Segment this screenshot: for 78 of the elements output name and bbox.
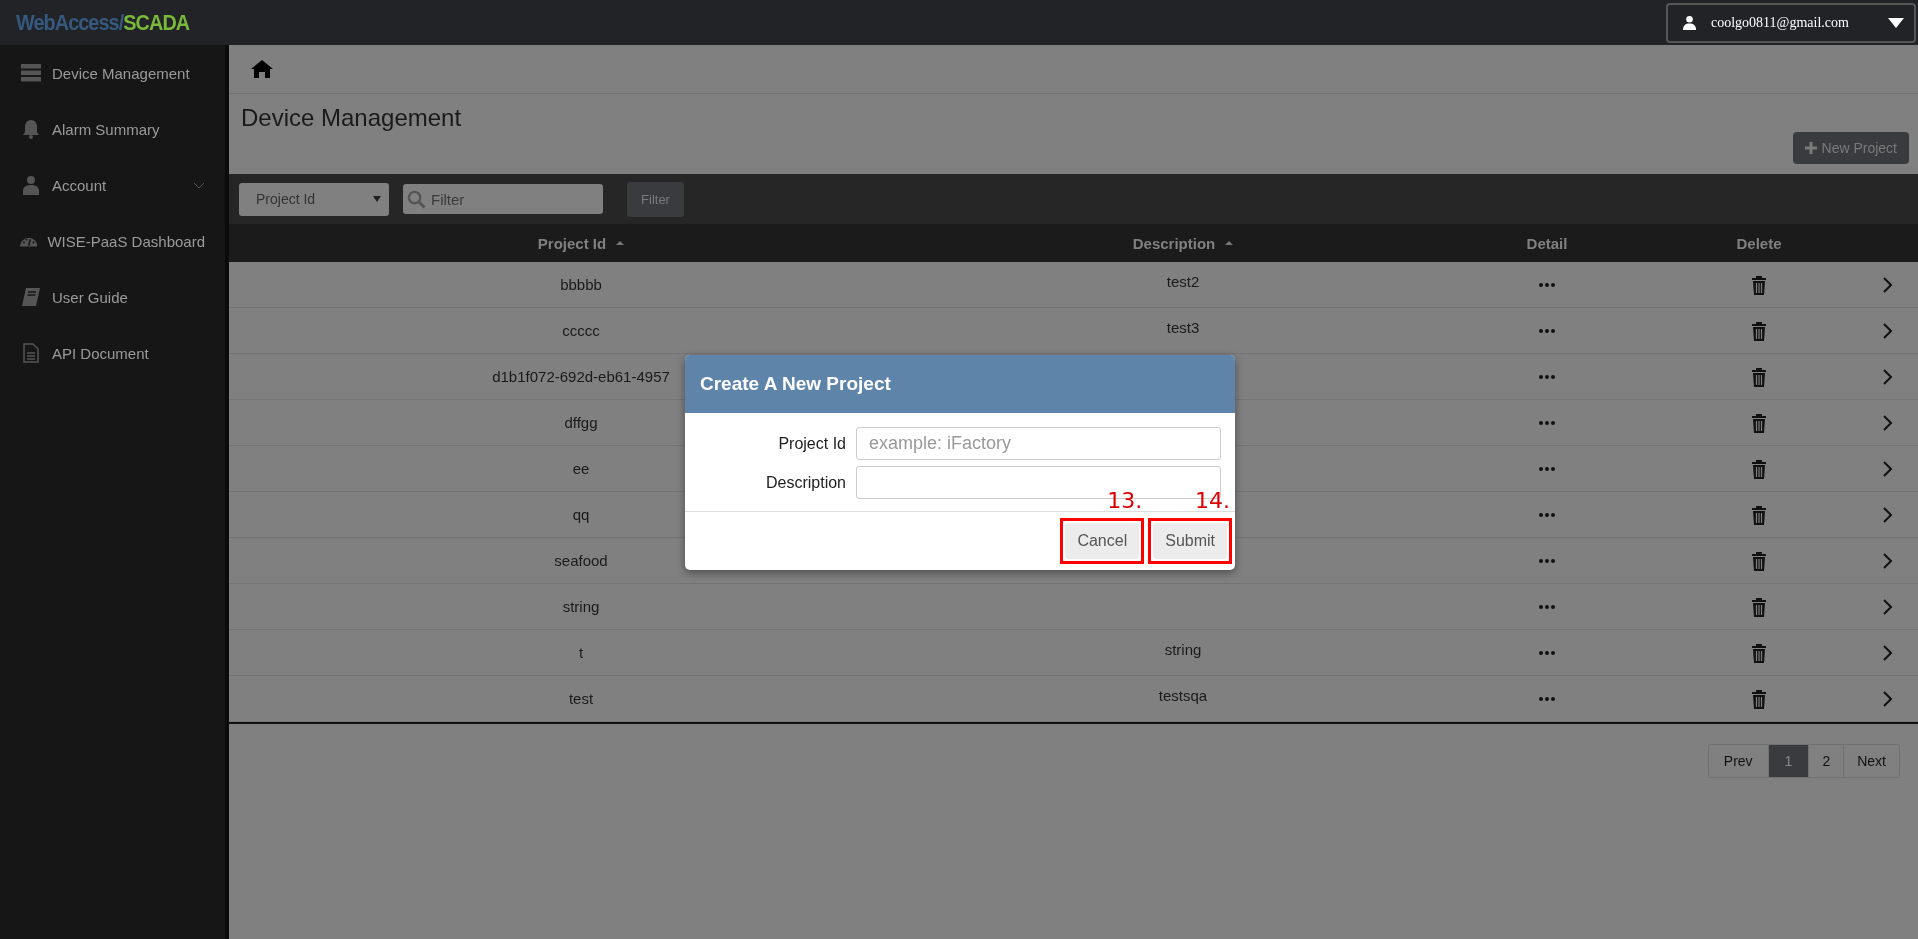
column-select[interactable]: Project Id <box>239 182 389 216</box>
chevron-right-icon[interactable] <box>1882 644 1893 661</box>
search-icon <box>407 190 426 209</box>
trash-icon[interactable] <box>1751 550 1767 571</box>
more-dots-icon[interactable] <box>1539 328 1555 333</box>
sidebar-item[interactable]: User Guide <box>0 269 225 325</box>
input-field[interactable]: example: iFactory <box>856 427 1221 460</box>
caret-icon <box>373 196 381 202</box>
chevron-right-icon[interactable] <box>1882 368 1893 385</box>
table-cell: t <box>578 644 584 661</box>
more-dots-icon[interactable] <box>1539 604 1555 609</box>
more-dots-icon[interactable] <box>1539 696 1555 701</box>
table-cell: string <box>1164 641 1202 658</box>
trash-icon[interactable] <box>1751 458 1767 479</box>
more-dots-icon[interactable] <box>1539 420 1555 425</box>
column-header: Detail <box>1526 234 1568 252</box>
chevron-right-icon[interactable] <box>1882 460 1893 477</box>
column-header: Delete <box>1736 234 1782 252</box>
filter-field[interactable]: Filter <box>403 184 603 214</box>
logo: WebAccess/SCADA <box>16 9 190 36</box>
trash-icon[interactable] <box>1751 274 1767 295</box>
caret-icon <box>1888 17 1904 28</box>
table-cell: test3 <box>1166 319 1200 336</box>
field-label: Description <box>764 473 847 492</box>
plus-icon <box>1804 142 1817 154</box>
table-cell: dffgg <box>564 414 598 431</box>
more-dots-icon[interactable] <box>1539 650 1555 655</box>
trash-icon[interactable] <box>1751 412 1767 433</box>
column-header[interactable]: Project Id <box>537 234 607 252</box>
table-cell: bbbbb <box>560 276 602 293</box>
user-icon <box>1682 15 1697 30</box>
step-number: 14. <box>1195 488 1230 513</box>
dialog-title: Create A New Project <box>700 373 891 395</box>
user-menu[interactable]: coolgo0811@gmail.com <box>1666 2 1916 43</box>
table-cell: qq <box>572 506 590 523</box>
user-icon <box>20 175 42 195</box>
table-cell: seafood <box>554 552 608 569</box>
more-dots-icon[interactable] <box>1539 558 1555 563</box>
sidebar-item[interactable]: Account <box>0 157 225 213</box>
trash-icon[interactable] <box>1751 366 1767 387</box>
chevron-right-icon[interactable] <box>1882 598 1893 615</box>
chevron-right-icon[interactable] <box>1882 414 1893 431</box>
chevron-right-icon[interactable] <box>1882 690 1893 707</box>
bell-icon <box>20 119 42 139</box>
more-dots-icon[interactable] <box>1539 512 1555 517</box>
home-icon[interactable] <box>251 60 273 78</box>
chevron-right-icon[interactable] <box>1882 552 1893 569</box>
more-dots-icon[interactable] <box>1539 466 1555 471</box>
trash-icon[interactable] <box>1751 504 1767 525</box>
chevron-right-icon[interactable] <box>1882 322 1893 339</box>
sidebar-item[interactable]: Device Management <box>0 45 225 101</box>
trash-icon[interactable] <box>1751 688 1767 709</box>
trash-icon[interactable] <box>1751 320 1767 341</box>
document-icon <box>20 343 42 363</box>
server-icon <box>20 64 42 82</box>
dialog-button[interactable]: Cancel <box>1065 523 1140 559</box>
table-cell: testsqa <box>1158 687 1208 704</box>
sidebar-item[interactable]: WISE-PaaS Dashboard <box>0 213 225 269</box>
sidebar-item[interactable]: Alarm Summary <box>0 101 225 157</box>
table-cell: ccccc <box>562 322 600 339</box>
chevron-right-icon[interactable] <box>1882 276 1893 293</box>
table-cell: ee <box>572 460 590 477</box>
table-cell: d1b1f072-692d-eb61-4957 <box>492 368 670 385</box>
trash-icon[interactable] <box>1751 596 1767 617</box>
dialog-button[interactable]: Submit <box>1153 523 1227 559</box>
column-header[interactable]: Description <box>1132 234 1216 252</box>
table-cell: test <box>568 690 594 707</box>
more-dots-icon[interactable] <box>1539 282 1555 287</box>
trash-icon[interactable] <box>1751 642 1767 663</box>
page-title: Device Management <box>241 104 462 133</box>
book-icon <box>20 287 42 307</box>
step-number: 13. <box>1107 488 1143 513</box>
table-cell: string <box>562 598 600 615</box>
table-cell: test2 <box>1166 273 1200 290</box>
field-label: Project Id <box>777 434 847 453</box>
chevron-right-icon[interactable] <box>1882 506 1893 523</box>
sidebar-item[interactable]: API Document <box>0 325 225 381</box>
more-dots-icon[interactable] <box>1539 374 1555 379</box>
